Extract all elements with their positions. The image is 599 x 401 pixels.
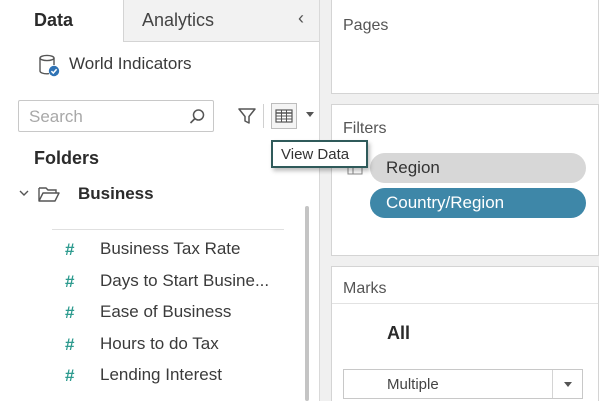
measure-number-icon: # <box>65 334 75 354</box>
field-name: Business Tax Rate <box>100 239 241 258</box>
pages-shelf[interactable]: Pages <box>331 0 599 94</box>
caret-down-icon <box>564 382 572 387</box>
search-input[interactable] <box>29 106 179 128</box>
search-icon[interactable] <box>187 107 207 127</box>
tab-data[interactable]: Data <box>0 0 124 42</box>
measure-number-icon: # <box>65 366 75 386</box>
filter-funnel-icon[interactable] <box>236 105 258 127</box>
field-item-days-to-start-business[interactable]: # Days to Start Busine... <box>62 266 302 298</box>
datasource-name: World Indicators <box>69 54 192 73</box>
measure-number-icon: # <box>65 303 75 323</box>
folder-name: Business <box>78 184 154 203</box>
shelf-gap <box>331 256 599 266</box>
data-toolbar <box>18 100 318 132</box>
marks-card-title: Marks <box>343 280 387 297</box>
mark-type-value: Multiple <box>387 376 439 393</box>
folder-business[interactable]: Business <box>18 182 268 206</box>
filter-pill-country-region[interactable]: Country/Region <box>370 188 586 218</box>
marks-all-label[interactable]: All <box>387 323 410 344</box>
database-check-icon <box>39 54 60 77</box>
folder-open-icon <box>38 187 60 202</box>
filter-pill-region[interactable]: Region <box>370 153 586 183</box>
chevron-left-icon[interactable]: ‹ <box>298 8 304 29</box>
tab-analytics-label: Analytics <box>142 10 215 30</box>
filters-shelf[interactable]: Filters Region Country/Region <box>331 104 599 256</box>
pane-tabs: Data Analytics ‹ <box>0 0 319 42</box>
view-data-grid-icon[interactable] <box>271 103 297 129</box>
datasource-item[interactable]: World Indicators <box>38 52 298 78</box>
tooltip-text: View Data <box>281 146 350 163</box>
pages-shelf-title: Pages <box>343 17 389 34</box>
field-item-hours-to-do-tax[interactable]: # Hours to do Tax <box>62 329 302 361</box>
pane-splitter[interactable] <box>319 0 331 401</box>
toolbar-separator <box>263 104 264 128</box>
data-pane: Data Analytics ‹ World Indicators Search… <box>0 0 319 401</box>
tab-analytics[interactable]: Analytics ‹ <box>124 0 319 42</box>
field-name: Days to Start Busine... <box>100 270 270 290</box>
folders-heading: Folders <box>34 148 100 168</box>
chevron-down-icon[interactable] <box>18 187 30 199</box>
field-list-scrollbar[interactable] <box>305 206 309 401</box>
marks-card: Marks All Multiple <box>331 266 599 401</box>
field-item-lending-interest[interactable]: # Lending Interest <box>62 360 302 392</box>
field-item-ease-of-business[interactable]: # Ease of Business <box>62 297 302 329</box>
field-item-business-tax-rate[interactable]: # Business Tax Rate <box>62 234 302 266</box>
measure-number-icon: # <box>65 240 75 259</box>
field-list: # Business Tax Rate # Days to Start Busi… <box>62 234 302 392</box>
mark-type-dropdown-button[interactable] <box>552 370 582 398</box>
caret-down-icon[interactable] <box>304 108 316 120</box>
measure-number-icon: # <box>65 271 75 291</box>
view-data-tooltip: View Data <box>271 140 368 168</box>
field-list-divider <box>52 229 284 230</box>
search-box <box>18 100 214 132</box>
filters-shelf-title: Filters <box>343 120 387 137</box>
marks-divider <box>332 303 598 304</box>
field-name: Ease of Business <box>100 302 232 322</box>
field-name: Lending Interest <box>100 365 222 385</box>
tab-data-label: Data <box>34 10 74 30</box>
shelf-gap <box>331 94 599 104</box>
mark-type-select[interactable]: Multiple <box>343 369 583 399</box>
field-name: Hours to do Tax <box>100 333 219 353</box>
